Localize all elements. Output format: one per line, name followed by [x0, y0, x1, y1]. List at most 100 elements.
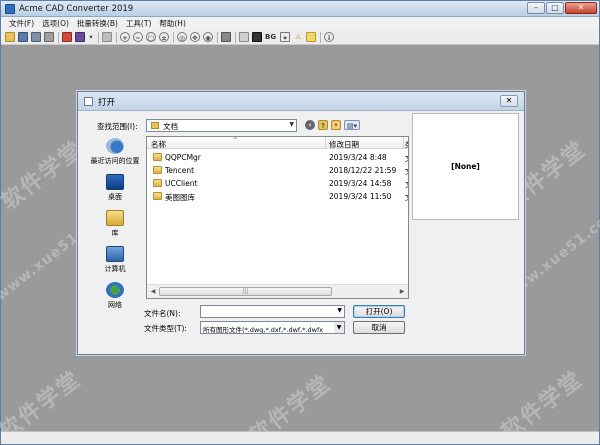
warning-icon[interactable]: ⚠ — [293, 32, 303, 42]
chevron-down-icon[interactable]: ▼ — [337, 307, 342, 314]
file-type-value: 所有图形文件(*.dwg,*.dxf,*.dwf,*.dwfx — [203, 326, 324, 334]
dialog-close-button[interactable]: ✕ — [500, 95, 518, 107]
column-separator[interactable] — [403, 137, 404, 149]
star-icon[interactable] — [306, 32, 317, 42]
scroll-right-icon[interactable]: ▶ — [397, 287, 407, 296]
toolbar-separator — [116, 31, 117, 43]
toolbar-separator — [235, 31, 236, 43]
preview-pane: [None] — [412, 113, 519, 220]
file-row[interactable]: QQPCMgr 2019/3/24 8:48 文 — [147, 151, 408, 164]
folder-icon — [153, 166, 162, 174]
sheet-icon[interactable] — [239, 32, 249, 42]
zoom-window-icon[interactable]: □ — [146, 32, 156, 42]
dialog-title-bar[interactable]: 打开 ✕ — [78, 92, 524, 111]
dialog-icon — [84, 97, 93, 106]
toolbar-separator — [98, 31, 99, 43]
bg-toggle[interactable]: BG — [265, 33, 276, 41]
cancel-button[interactable]: 取消 — [353, 321, 405, 334]
layers-icon[interactable] — [221, 32, 231, 42]
watermark-text: 软件学堂 — [0, 136, 89, 216]
zoom-in-icon[interactable]: + — [120, 32, 130, 42]
menu-help[interactable]: 帮助(H) — [155, 17, 190, 30]
view-icon[interactable]: ◉ — [203, 32, 213, 42]
place-network[interactable]: 网络 — [86, 282, 144, 310]
column-header-date[interactable]: 修改日期 — [329, 139, 359, 150]
sort-arrow-icon: ^ — [233, 137, 239, 144]
file-row[interactable]: Tencent 2018/12/22 21:59 文 — [147, 164, 408, 177]
file-name: UCClient — [165, 179, 198, 188]
recent-places-icon — [106, 138, 124, 154]
folder-icon — [153, 192, 162, 200]
column-header-name[interactable]: 名称 — [151, 139, 166, 150]
about-icon[interactable]: i — [324, 32, 335, 42]
save-icon[interactable] — [18, 32, 28, 42]
file-name-label: 文件名(N): — [144, 309, 181, 318]
view-menu-icon[interactable]: ▤▾ — [344, 120, 360, 130]
toolbar-separator — [217, 31, 218, 43]
chevron-down-icon[interactable]: ▼ — [334, 322, 344, 333]
scroll-left-icon[interactable]: ◀ — [148, 287, 158, 296]
file-row[interactable]: 美图图库 2019/3/24 11:50 文 — [147, 190, 408, 203]
folder-icon — [153, 179, 162, 187]
title-bar[interactable]: Acme CAD Converter 2019 – □ ✕ — [1, 1, 599, 17]
file-list-header: 名称 ^ 修改日期 类 — [147, 137, 408, 149]
menu-bar: 文件(F) 选项(O) 批量转换(B) 工具(T) 帮助(H) — [1, 17, 599, 30]
zoom-realtime-icon[interactable]: ± — [159, 32, 169, 42]
batch-icon[interactable] — [75, 32, 85, 42]
file-date: 2018/12/22 21:59 — [329, 166, 397, 175]
place-recent[interactable]: 最近访问的位置 — [86, 138, 144, 166]
toolbar: ▾ + − □ ± ◎ ✥ ◉ BG ⌖ ⚠ i — [1, 30, 599, 45]
new-folder-icon[interactable]: * — [331, 120, 341, 130]
print-icon[interactable] — [102, 32, 112, 42]
convert-icon[interactable] — [62, 32, 72, 42]
place-label: 库 — [111, 229, 119, 237]
column-header-type[interactable]: 类 — [405, 139, 408, 150]
dropdown-icon[interactable]: ▾ — [88, 32, 94, 42]
dialog-title: 打开 — [98, 98, 116, 108]
file-type-select[interactable]: 所有图形文件(*.dwg,*.dxf,*.dwf,*.dwfx ▼ — [200, 321, 345, 334]
folder-icon — [153, 153, 162, 161]
place-desktop[interactable]: 桌面 — [86, 174, 144, 202]
print-setup-icon[interactable] — [44, 32, 54, 42]
look-in-label: 查找范围(I): — [97, 122, 138, 131]
zoom-out-icon[interactable]: − — [133, 32, 143, 42]
open-button[interactable]: 打开(O) — [353, 305, 405, 318]
place-libraries[interactable]: 库 — [86, 210, 144, 238]
menu-file[interactable]: 文件(F) — [5, 17, 38, 30]
scrollbar-thumb[interactable]: ||| — [159, 287, 332, 296]
toolbar-separator — [58, 31, 59, 43]
file-date: 2019/3/24 8:48 — [329, 153, 387, 162]
look-in-value: 文档 — [163, 122, 178, 131]
menu-batch-convert[interactable]: 批量转换(B) — [73, 17, 122, 30]
measure-icon[interactable]: ⌖ — [280, 32, 291, 42]
open-file-dialog: 打开 ✕ 查找范围(I): 文档 ▼ ‹ ↑ * ▤▾ 最近访问的位置 桌面 库… — [77, 91, 525, 355]
file-name: Tencent — [165, 166, 195, 175]
horizontal-scrollbar[interactable]: ◀ ||| ▶ — [147, 284, 408, 298]
back-icon[interactable]: ‹ — [305, 120, 315, 130]
pan-icon[interactable]: ✥ — [190, 32, 200, 42]
file-name-input[interactable]: ▼ — [200, 305, 345, 318]
file-type: 文 — [405, 153, 408, 164]
file-name: 美图图库 — [165, 193, 195, 202]
up-folder-icon[interactable]: ↑ — [318, 120, 328, 130]
menu-options[interactable]: 选项(O) — [38, 17, 73, 30]
place-computer[interactable]: 计算机 — [86, 246, 144, 274]
menu-tools[interactable]: 工具(T) — [122, 17, 155, 30]
maximize-button[interactable]: □ — [546, 2, 564, 14]
zoom-extents-icon[interactable]: ◎ — [177, 32, 187, 42]
file-date: 2019/3/24 11:50 — [329, 192, 392, 201]
place-label: 桌面 — [108, 193, 122, 201]
minimize-button[interactable]: – — [527, 2, 545, 14]
desktop-icon — [106, 174, 124, 190]
network-icon — [106, 282, 124, 298]
close-button[interactable]: ✕ — [565, 2, 597, 14]
chevron-down-icon: ▼ — [289, 121, 294, 128]
toolbar-separator — [320, 31, 322, 43]
monochrome-icon[interactable] — [252, 32, 262, 42]
column-separator[interactable] — [325, 137, 326, 149]
file-row[interactable]: UCClient 2019/3/24 14:58 文 — [147, 177, 408, 190]
look-in-dropdown[interactable]: 文档 ▼ — [146, 119, 297, 132]
save-all-icon[interactable] — [31, 32, 41, 42]
open-icon[interactable] — [5, 32, 15, 42]
folder-icon — [151, 122, 159, 129]
